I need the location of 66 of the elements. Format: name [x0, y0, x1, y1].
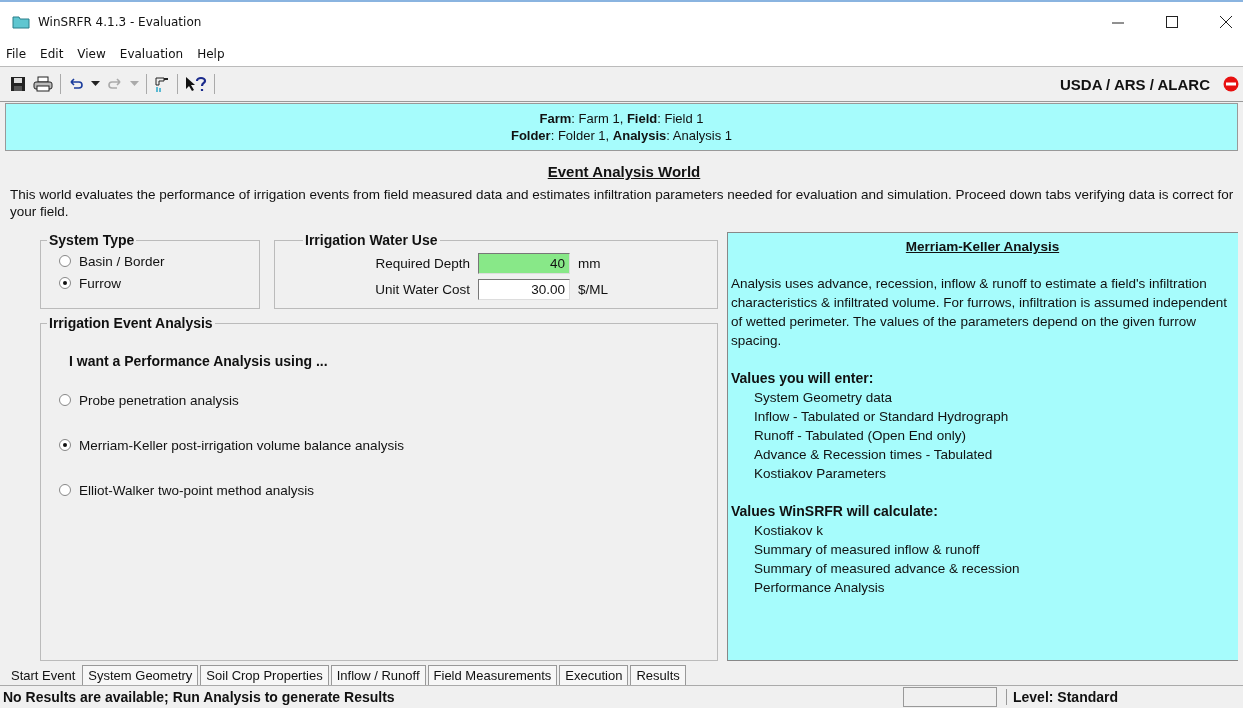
unit-label: $/ML [578, 281, 608, 297]
status-message: No Results are available; Run Analysis to generate Results [3, 689, 396, 705]
radio-button[interactable] [59, 484, 71, 496]
list-item: Summary of measured inflow & runoff [753, 541, 981, 559]
stop-icon[interactable] [1223, 76, 1239, 92]
list-item: Kostiakov Parameters [753, 465, 888, 483]
radio-button[interactable] [59, 255, 71, 267]
radio-option[interactable]: Furrow [59, 272, 247, 294]
redo-icon [107, 78, 123, 90]
radio-label: Elliot-Walker two-point method analysis [79, 482, 315, 498]
tab[interactable]: Execution [559, 665, 629, 685]
tab[interactable]: Inflow / Runoff [330, 665, 426, 685]
organization-label: USDA / ARS / ALARC [1060, 75, 1210, 93]
radio-button[interactable] [59, 394, 71, 406]
save-icon[interactable] [10, 76, 26, 92]
menu-item[interactable]: File [6, 47, 27, 61]
radio-label: Furrow [79, 275, 121, 291]
header-line: Folder: Folder 1, Analysis: Analysis 1 [510, 127, 733, 144]
window-title: WinSRFR 4.1.3 - Evaluation [38, 15, 202, 29]
tab[interactable]: Soil Crop Properties [200, 665, 329, 685]
list-item: System Geometry data [753, 389, 894, 407]
section-heading: Values WinSRFR will calculate: [731, 502, 939, 521]
field-label: Required Depth [374, 255, 470, 271]
list-item: Inflow - Tabulated or Standard Hydrograph [753, 408, 1010, 426]
print-icon[interactable] [33, 76, 53, 92]
group-title: Irrigation Event Analysis [48, 315, 214, 331]
group-title: Irrigation Water Use [304, 232, 439, 248]
menu-item[interactable]: Edit [40, 47, 64, 61]
menu-item[interactable]: Evaluation [119, 47, 184, 61]
list-item: Advance & Recession times - Tabulated [753, 446, 994, 464]
list-item: Kostiakov k [753, 522, 825, 540]
input-field[interactable]: 30.00 [478, 278, 570, 300]
radio-button[interactable] [59, 277, 71, 289]
tab[interactable]: System Geometry [82, 665, 199, 685]
info-paragraph: Analysis uses advance, recession, inflow & runoff to estimate a field's infiltration characteristics & infiltrated volume. For furrows, infiltration is assumed independent of wetted perimeter. The values of the parameters depend on the given furrow spacing. [731, 275, 1228, 350]
folder-icon [12, 15, 30, 29]
list-item: Summary of measured advance & recession [753, 560, 1021, 578]
world-title: Event Analysis World [546, 163, 702, 180]
maximize-icon[interactable] [1165, 15, 1179, 29]
radio-button[interactable] [59, 439, 71, 451]
world-description: This world evaluates the performance of irrigation events from field measured data and estimates infiltration parameters needed for evaluation and simulation. Proceed down tabs verifying data is correct for your field. [10, 186, 1235, 220]
faucet-icon[interactable] [154, 75, 170, 93]
menu-item[interactable]: Help [197, 47, 225, 61]
input-field[interactable]: 40 [478, 252, 570, 274]
radio-label: Merriam-Keller post-irrigation volume balance analysis [79, 437, 404, 453]
tab[interactable]: Results [630, 665, 686, 685]
caret-icon [130, 81, 139, 87]
caret-icon[interactable] [91, 81, 100, 87]
info-title: Merriam-Keller Analysis [904, 238, 1061, 256]
close-icon[interactable] [1219, 15, 1233, 29]
radio-label: Probe penetration analysis [79, 392, 239, 408]
section-heading: Values you will enter: [731, 369, 875, 388]
list-item: Performance Analysis [753, 579, 886, 597]
level-label: Level: Standard [1006, 689, 1243, 705]
prompt-text: I want a Performance Analysis using ... [69, 353, 329, 369]
help-pointer-icon[interactable] [185, 76, 207, 92]
unit-label: mm [578, 255, 601, 271]
tab[interactable]: Field Measurements [427, 665, 558, 685]
radio-label: Basin / Border [79, 253, 165, 269]
list-item: Runoff - Tabulated (Open End only) [753, 427, 967, 445]
radio-option[interactable]: Basin / Border [59, 250, 247, 272]
group-title: System Type [48, 232, 136, 248]
header-line: Farm: Farm 1, Field: Field 1 [539, 110, 704, 127]
undo-icon[interactable] [68, 78, 84, 90]
field-label: Unit Water Cost [374, 281, 470, 297]
menu-item[interactable]: View [77, 47, 106, 61]
